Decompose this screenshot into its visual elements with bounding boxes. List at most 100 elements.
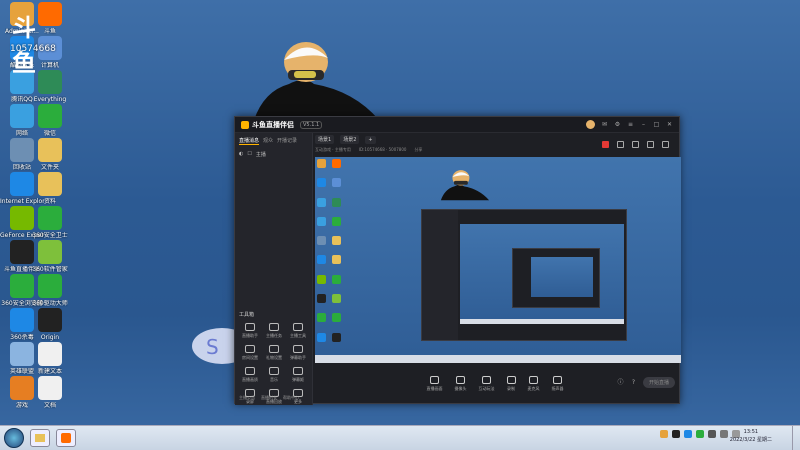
desktop-icon-label: 360驱动大师 [32,300,68,307]
tool-label: 弹幕姬 [292,377,304,382]
preview-desktop-icon [317,274,326,284]
sidebar-filter[interactable]: 主播 [256,151,266,158]
taskbar-app-douyu[interactable] [56,429,76,447]
tray-app-icon[interactable] [672,430,680,438]
help-icon[interactable]: ? [630,379,637,386]
bottom-tool[interactable]: 扬声器 [552,376,564,392]
version-badge: V5.1.1 [300,120,323,129]
desktop-icon[interactable]: 360安全卫士 [30,206,70,239]
tool-icon [293,345,303,353]
desktop-icon[interactable]: 新建文本 [30,342,70,375]
app-icon [38,240,62,264]
tool-label: 直播助手 [242,333,258,338]
toolbox-item[interactable]: 直播助手 [239,323,261,339]
tray-app-icon[interactable] [684,430,692,438]
bottom-tool-label: 录制 [507,386,515,391]
show-desktop-button[interactable] [792,426,800,450]
stream-preview[interactable] [315,157,681,363]
toolbox-item[interactable]: 主播任务 [263,323,285,339]
preview-desktop-icon [317,332,326,342]
minimize-icon[interactable]: – [640,121,647,128]
douyu-logo-overlay: 斗鱼 [12,14,36,77]
lock-icon[interactable] [617,141,624,148]
toolbox-title: 工具箱 [239,312,255,318]
app-icon [38,138,62,162]
desktop-icon[interactable]: 360驱动大师 [30,274,70,307]
bottom-tool-label: 互动玩法 [478,386,495,391]
layout-icon[interactable] [632,141,639,148]
record-icon[interactable] [602,141,609,148]
preview-taskbar [315,355,681,363]
share-icon[interactable] [662,141,669,148]
close-icon[interactable]: ✕ [666,121,673,128]
user-avatar[interactable] [586,120,595,129]
tray-app-icon[interactable] [660,430,668,438]
bottom-tool[interactable]: 摄像头 [455,376,467,392]
preview-desktop-icon [331,332,341,342]
desktop-icon[interactable]: Everything [30,70,70,103]
svg-text:S: S [206,335,219,359]
toolbox-item[interactable]: 音乐 [263,367,285,383]
scene-tab[interactable]: 场景1 [315,135,335,144]
bottom-tool[interactable]: 录制 [506,376,516,392]
desktop-icon[interactable]: 文档 [30,376,70,409]
bottom-tool-icon [529,376,538,384]
sidebar-tab[interactable]: 观众 [263,137,273,145]
toolbox-item[interactable]: 弹幕助手 [287,345,309,361]
preview-desktop-icon [317,236,326,246]
desktop-icon[interactable]: Origin [30,308,70,341]
mail-icon[interactable]: ✉ [601,121,608,128]
copy-icon[interactable] [647,141,654,148]
bottom-tool[interactable]: 麦克风 [528,376,540,392]
bottom-tool-icon [506,376,516,384]
preview-desktop-icon [317,197,326,207]
tray-app-icon[interactable] [696,430,704,438]
start-button[interactable] [4,428,24,448]
toolbox-item[interactable]: 弹幕姬 [287,367,309,383]
bottom-tool[interactable]: 互动玩法 [479,376,495,392]
info-icon[interactable]: ⓘ [617,379,624,386]
toolbox-item[interactable]: 礼物设置 [263,345,285,361]
tool-label: 礼物设置 [266,355,282,360]
sidebar-bottom-link[interactable]: 直播时长 [261,395,277,401]
sidebar-filter[interactable]: ☐ [247,151,251,158]
desktop-icon[interactable]: 360软件管家 [30,240,70,273]
sidebar-filter[interactable]: ◐ [239,151,243,158]
desktop-icon-label: 新建文本 [37,368,62,375]
desktop-icon-label: 资料 [43,198,56,205]
sidebar-bottom-link[interactable]: 帮助中心 [283,395,299,401]
clock[interactable]: 13:51 2022/3/22 星期二 [730,428,772,444]
desktop-icon[interactable]: 文件夹 [30,138,70,171]
bottom-tool-label: 麦克风 [527,386,540,391]
toolbox-item[interactable]: 房间设置 [239,345,261,361]
clock-time: 13:51 [743,429,759,435]
bottom-tool-icon [430,376,439,384]
app-titlebar[interactable]: 斗鱼直播伴侣 V5.1.1 ✉ ⚙ ≡ – □ ✕ [235,117,679,133]
taskbar-app-folder[interactable] [30,429,50,447]
scene-tab[interactable]: + [365,135,376,144]
menu-icon[interactable]: ≡ [627,121,634,128]
app-icon [38,206,62,230]
desktop-icon-label: 回收站 [12,164,31,171]
sidebar-tab[interactable]: 直播消息 [239,137,260,145]
desktop-icon[interactable]: 资料 [30,172,70,205]
volume-icon[interactable] [720,430,728,438]
toolbox-item[interactable]: 直播画质 [239,367,261,383]
sidebar-bottom-link[interactable]: 主播公告 [239,395,255,401]
maximize-icon[interactable]: □ [653,121,660,128]
start-live-button[interactable]: 开始直播 [642,377,675,388]
sidebar-tab[interactable]: 开播记录 [277,137,297,145]
settings-icon[interactable]: ⚙ [614,121,621,128]
bottom-tool-icon [482,376,491,384]
scene-tab[interactable]: 场景2 [340,135,360,144]
tool-icon [245,367,255,375]
bottom-tool[interactable]: 直播画面 [427,376,443,392]
room-id-overlay: 10574668 [10,44,56,54]
desktop-icon[interactable]: 微信 [30,104,70,137]
tool-icon [293,367,303,375]
network-icon[interactable] [708,430,716,438]
desktop-icon-label: 360安全卫士 [32,232,68,239]
toolbox-item[interactable]: 主播工具 [287,323,309,339]
desktop-icon-label: Everything [33,96,67,103]
clock-date: 2022/3/22 星期二 [729,437,772,443]
